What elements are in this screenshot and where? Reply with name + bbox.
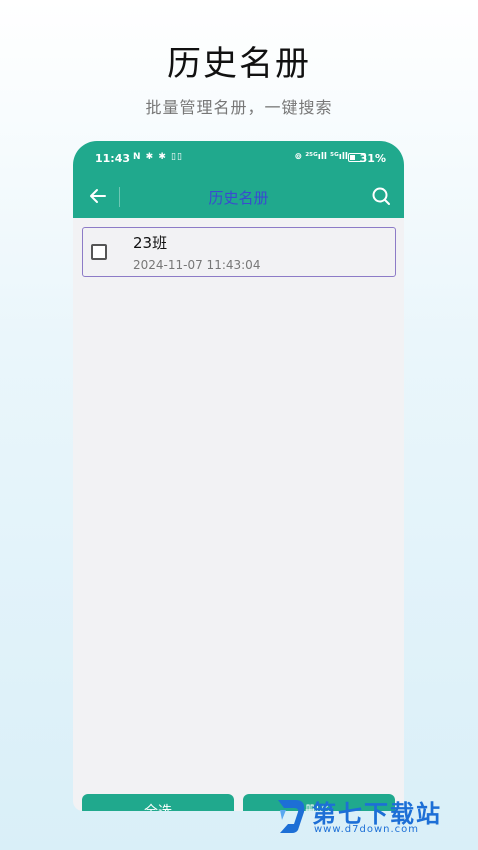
select-all-button[interactable]: 全选 <box>82 794 234 811</box>
watermark-url: www.d7down.com <box>314 824 420 835</box>
item-name: 23班 <box>133 234 168 252</box>
toolbar: 历史名册 <box>73 175 404 218</box>
list-item[interactable]: 23班 2024-11-07 11:43:04 <box>82 227 396 277</box>
status-bar: 11:43 N ✱ ✱ ▯▯ ⊚ ²⁵ᴳıll ⁵ᴳıll 31% <box>73 141 404 175</box>
promo-title: 历史名册 <box>167 44 311 84</box>
roster-list: 23班 2024-11-07 11:43:04 <box>82 227 396 277</box>
item-checkbox[interactable] <box>91 244 107 260</box>
search-icon <box>372 187 390 205</box>
search-button[interactable] <box>370 185 392 207</box>
status-left-icons: N ✱ ✱ ▯▯ <box>133 152 183 162</box>
phone-screen: 11:43 N ✱ ✱ ▯▯ ⊚ ²⁵ᴳıll ⁵ᴳıll 31% 历史名册 2… <box>73 141 404 811</box>
status-time: 11:43 <box>95 152 131 165</box>
item-timestamp: 2024-11-07 11:43:04 <box>133 258 261 272</box>
battery-percent: 31% <box>359 152 386 165</box>
watermark: 第七下载站 www.d7down.com <box>274 794 470 840</box>
signal-icon: ⊚ ²⁵ᴳıll ⁵ᴳıll <box>294 152 348 162</box>
page-title: 历史名册 <box>208 189 269 207</box>
promo-subtitle: 批量管理名册，一键搜索 <box>145 98 333 117</box>
site-logo-icon <box>278 800 305 833</box>
